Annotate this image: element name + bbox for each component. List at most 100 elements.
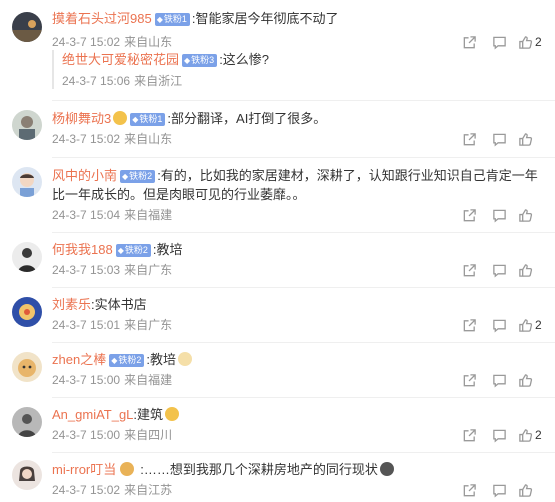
reply-username[interactable]: 绝世大可爱秘密花园 [62, 52, 179, 67]
comment-meta: 24-3-7 15:00 来自四川 [52, 427, 172, 443]
location: 来自江苏 [124, 483, 173, 497]
share-button[interactable] [456, 371, 482, 389]
like-button[interactable] [518, 263, 543, 278]
username[interactable]: 风中的小南 [52, 168, 117, 183]
share-icon [463, 373, 476, 386]
comment-button[interactable] [486, 316, 512, 334]
like-button[interactable] [518, 483, 543, 498]
like-count: 2 [535, 428, 542, 442]
share-button[interactable] [456, 316, 482, 334]
divider [52, 342, 555, 343]
timestamp: 24-3-7 15:06 [62, 74, 131, 88]
username[interactable]: 刘素乐 [52, 297, 91, 312]
share-button[interactable] [456, 33, 482, 51]
fan-badge: ◆铁粉1 [154, 13, 190, 26]
share-button[interactable] [456, 261, 482, 279]
comment-button[interactable] [486, 371, 512, 389]
thumbs-up-icon [519, 208, 533, 222]
avatar[interactable] [12, 407, 42, 437]
username[interactable]: 杨柳舞动3 [52, 111, 111, 126]
share-icon [463, 483, 476, 496]
username[interactable]: 摸着石头过河985 [52, 11, 152, 26]
fan-badge: ◆铁粉2 [115, 244, 151, 257]
avatar[interactable] [12, 242, 42, 272]
comment-icon [492, 374, 506, 388]
comment-text: :建筑 [133, 407, 164, 422]
diamond-icon: ◆ [184, 56, 191, 65]
thumbs-up-icon [519, 483, 533, 497]
comment-actions [452, 130, 543, 148]
comment-button[interactable] [486, 261, 512, 279]
diamond-icon: ◆ [111, 356, 118, 365]
fan-badge: ◆铁粉1 [130, 113, 166, 126]
location: 来自浙江 [134, 74, 183, 88]
timestamp: 24-3-7 15:02 [52, 35, 121, 49]
comment-button[interactable] [486, 426, 512, 444]
like-count: 2 [535, 35, 542, 49]
comment-actions [452, 481, 543, 499]
comment-icon [492, 209, 506, 223]
timestamp: 24-3-7 15:01 [52, 318, 121, 332]
location: 来自广东 [124, 263, 173, 277]
like-button[interactable] [518, 373, 543, 388]
comment-actions [452, 206, 543, 224]
username[interactable]: zhen之棒 [52, 352, 106, 367]
comment-button[interactable] [486, 206, 512, 224]
comment-line: 刘素乐:实体书店 [52, 295, 543, 314]
comment-line: 何我我188 ◆铁粉2:教培 [52, 240, 543, 259]
comment-line: zhen之棒 ◆铁粉2:教培 [52, 350, 543, 369]
share-button[interactable] [456, 481, 482, 499]
reply-meta: 24-3-7 15:06 来自浙江 [62, 73, 352, 89]
avatar[interactable] [12, 460, 42, 490]
avatar[interactable] [12, 297, 42, 327]
comment-meta: 24-3-7 15:03 来自广东 [52, 262, 172, 278]
share-button[interactable] [456, 426, 482, 444]
share-button[interactable] [456, 206, 482, 224]
divider [52, 287, 555, 288]
comment-meta: 24-3-7 15:02 来自山东 [52, 34, 172, 50]
fan-badge: ◆铁粉2 [109, 354, 145, 367]
username[interactable]: mi-rror叮当 [52, 462, 116, 477]
comment-button[interactable] [486, 130, 512, 148]
share-button[interactable] [456, 130, 482, 148]
diamond-icon: ◆ [156, 15, 163, 24]
comment-actions: 2 [452, 426, 543, 444]
comment-actions [452, 371, 543, 389]
timestamp: 24-3-7 15:02 [52, 132, 121, 146]
comment-actions: 2 [452, 316, 543, 334]
comment-button[interactable] [486, 481, 512, 499]
avatar[interactable] [12, 167, 42, 197]
divider [52, 100, 555, 101]
like-button[interactable]: 2 [518, 318, 543, 333]
comment-icon [492, 484, 506, 498]
thumbs-up-icon [519, 132, 533, 146]
avatar[interactable] [12, 352, 42, 382]
diamond-icon: ◆ [117, 246, 124, 255]
divider [52, 232, 555, 233]
thumbs-up-icon [519, 263, 533, 277]
avatar[interactable] [12, 12, 42, 42]
comment-button[interactable] [486, 33, 512, 51]
comment-icon [492, 36, 506, 50]
share-icon [463, 318, 476, 331]
share-icon [463, 263, 476, 276]
comment-meta: 24-3-7 15:00 来自福建 [52, 372, 172, 388]
emoji-icon [165, 407, 180, 421]
location: 来自四川 [124, 428, 173, 442]
like-button[interactable] [518, 208, 543, 223]
username[interactable]: An_gmiAT_gL [52, 407, 133, 422]
like-button[interactable] [518, 132, 543, 147]
comment-text: :……想到我那几个深耕房地产的同行现状 [140, 462, 378, 477]
emoji-icon [113, 111, 128, 125]
share-icon [463, 208, 476, 221]
comment-line: 摸着石头过河985 ◆铁粉1:智能家居今年彻底不动了 [52, 9, 543, 28]
username[interactable]: 何我我188 [52, 242, 113, 257]
avatar[interactable] [12, 110, 42, 140]
reply-line: 绝世大可爱秘密花园 ◆铁粉3:这么惨? [62, 50, 352, 69]
divider [52, 397, 555, 398]
like-button[interactable]: 2 [518, 428, 543, 443]
comment-actions [452, 261, 543, 279]
comment-meta: 24-3-7 15:02 来自江苏 [52, 482, 172, 498]
like-button[interactable]: 2 [518, 35, 543, 50]
comment-icon [492, 133, 506, 147]
